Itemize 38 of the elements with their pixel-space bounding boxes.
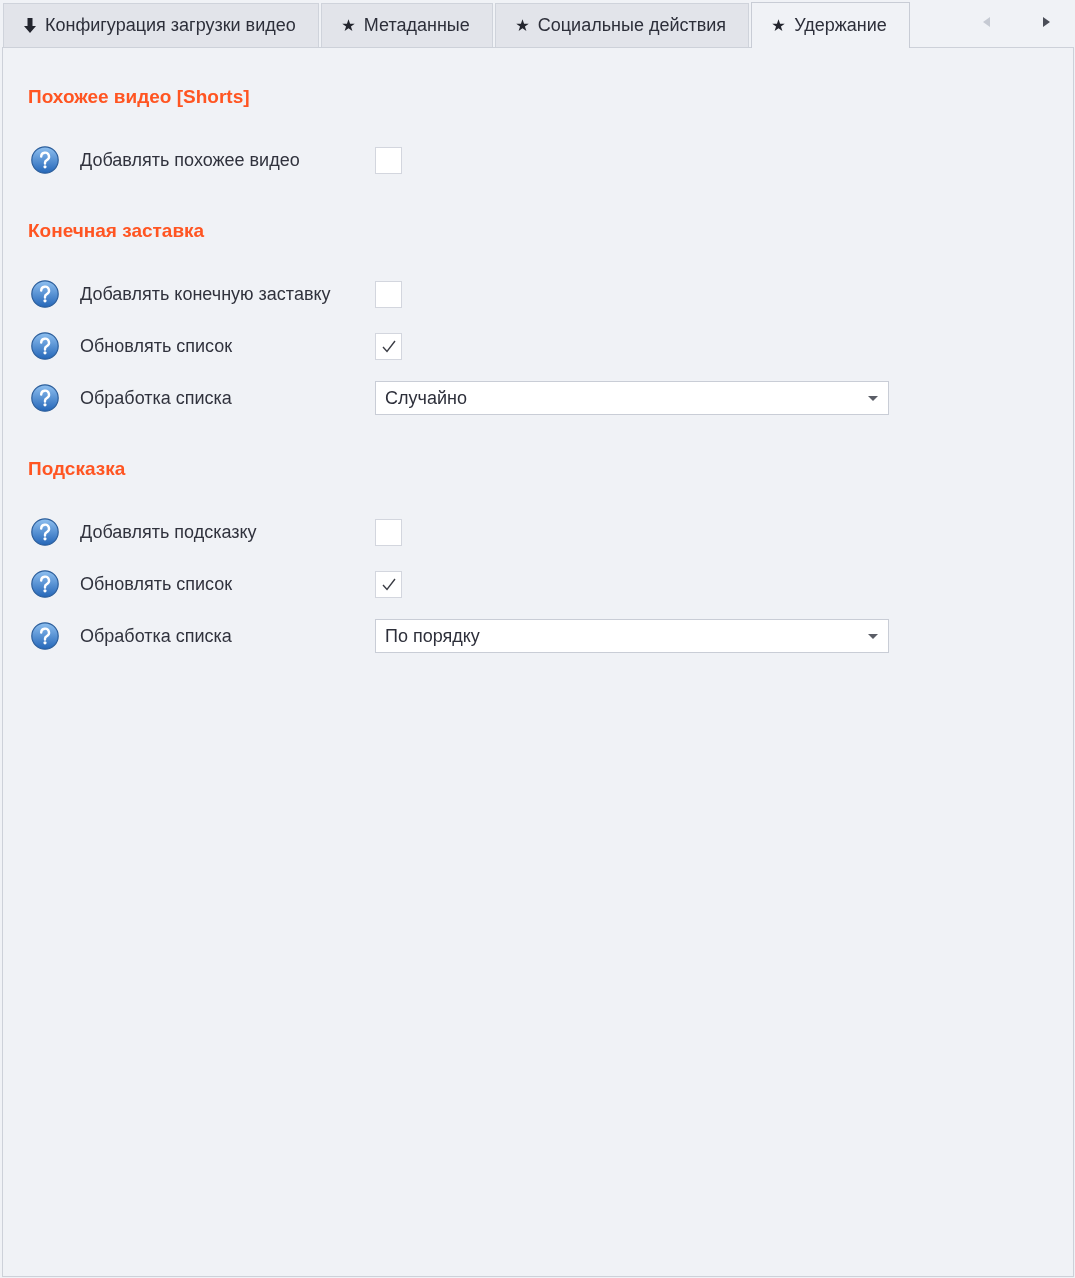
field-label: Обновлять список bbox=[80, 335, 234, 357]
tab[interactable]: Социальные действия bbox=[494, 3, 750, 47]
help-icon[interactable] bbox=[31, 384, 59, 412]
field-label: Обработка списка bbox=[80, 387, 233, 409]
field-label: Обновлять список bbox=[80, 573, 234, 595]
tab[interactable]: Метаданные bbox=[320, 3, 493, 47]
help-icon[interactable] bbox=[31, 518, 59, 546]
help-icon[interactable] bbox=[31, 280, 59, 308]
checkbox[interactable] bbox=[375, 518, 402, 546]
checkbox[interactable] bbox=[375, 280, 402, 308]
checkbox[interactable] bbox=[375, 146, 402, 174]
checkbox[interactable] bbox=[375, 570, 402, 598]
caret-left-icon bbox=[982, 17, 990, 27]
field-label: Добавлять конечную заставку bbox=[80, 283, 332, 305]
dropdown[interactable]: Случайно bbox=[375, 381, 889, 415]
caret-down-icon bbox=[868, 395, 878, 401]
checkmark-icon bbox=[381, 577, 396, 591]
help-icon[interactable] bbox=[31, 570, 59, 598]
star-icon bbox=[341, 19, 355, 32]
caret-down-icon bbox=[868, 633, 878, 639]
field-label: Добавлять подсказку bbox=[80, 521, 258, 543]
checkmark-icon bbox=[381, 339, 396, 353]
section-heading: Подсказка bbox=[28, 457, 126, 481]
field-label: Добавлять похожее видео bbox=[80, 149, 301, 171]
tab[interactable]: Удержание bbox=[751, 2, 910, 48]
star-icon bbox=[772, 19, 786, 32]
tab[interactable]: Конфигурация загрузки видео bbox=[3, 3, 319, 47]
field-label: Обработка списка bbox=[80, 625, 233, 647]
help-icon[interactable] bbox=[31, 622, 59, 650]
section-heading: Похожее видео [Shorts] bbox=[28, 85, 250, 109]
caret-right-icon bbox=[1042, 17, 1050, 27]
help-icon[interactable] bbox=[31, 332, 59, 360]
star-icon bbox=[515, 19, 529, 32]
arrow-down-icon bbox=[24, 18, 36, 33]
section-heading: Конечная заставка bbox=[28, 219, 205, 243]
dropdown[interactable]: По порядку bbox=[375, 619, 889, 653]
checkbox[interactable] bbox=[375, 332, 402, 360]
help-icon[interactable] bbox=[31, 146, 59, 174]
